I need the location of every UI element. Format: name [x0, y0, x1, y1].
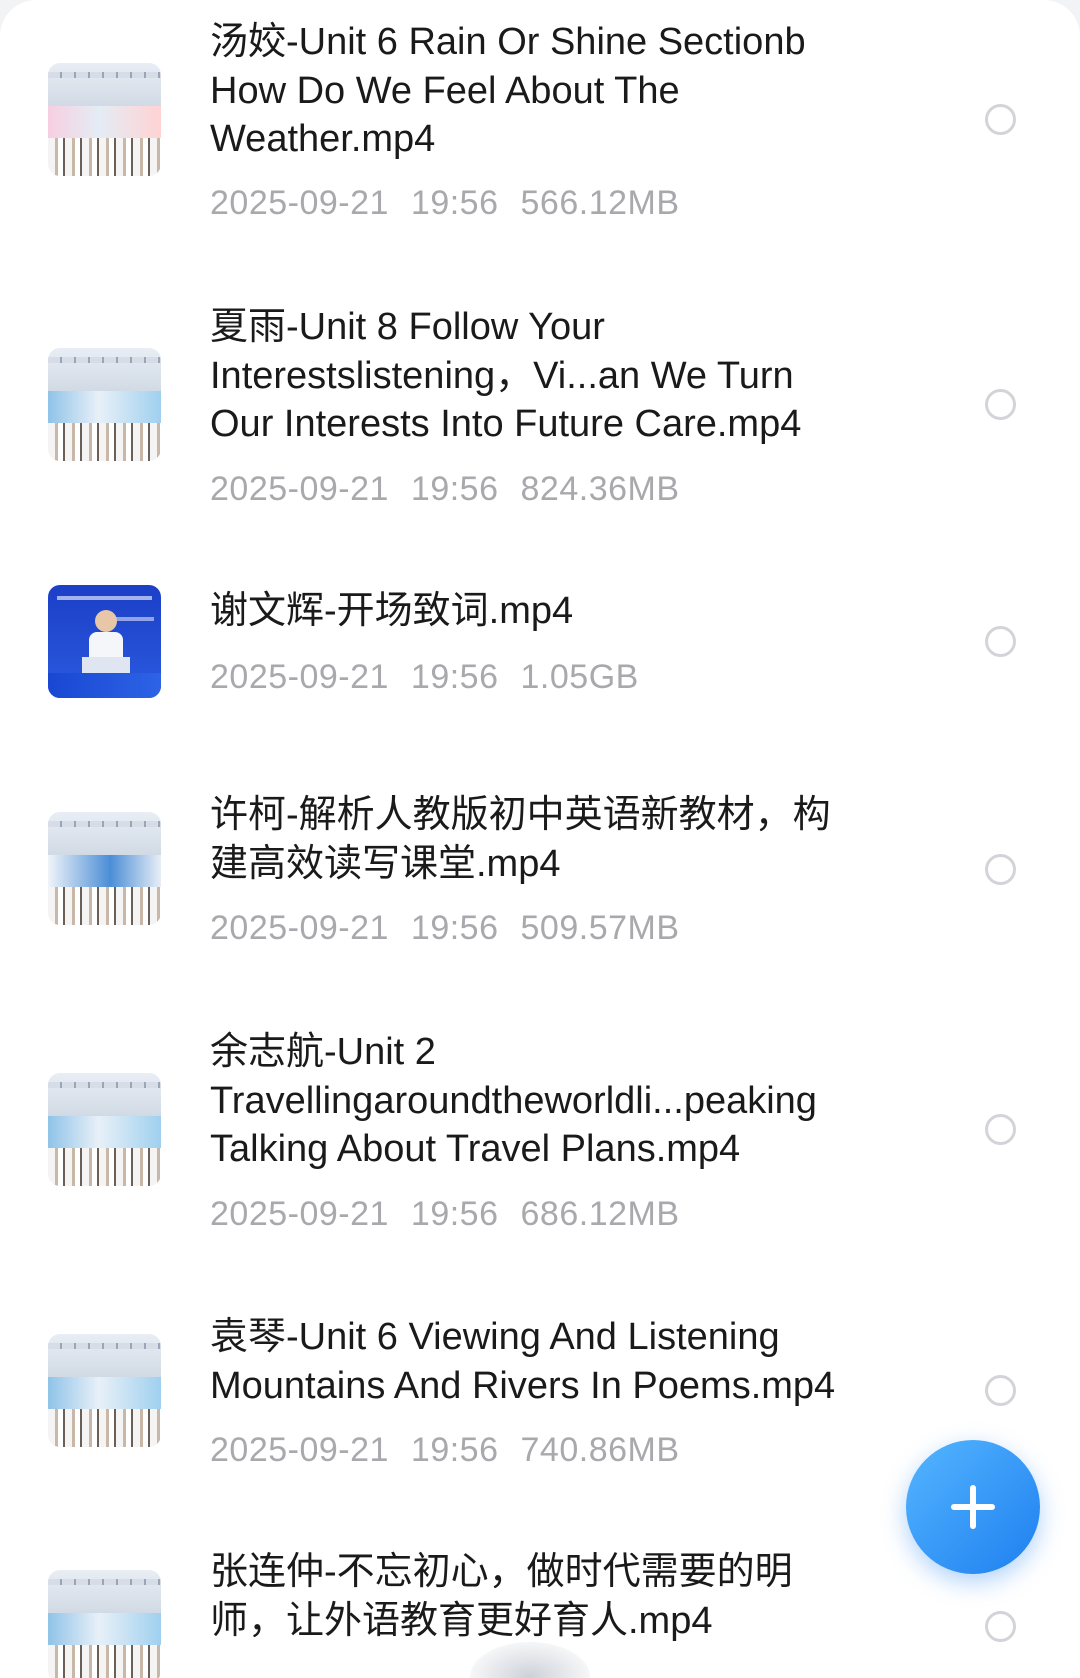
- file-size: 740.86MB: [520, 1431, 680, 1469]
- file-time: 19:56: [410, 658, 499, 696]
- file-title: 余志航-Unit 2 Travellingaroundtheworldli...…: [210, 1031, 817, 1170]
- file-size: 509.57MB: [520, 909, 680, 947]
- file-size: 686.12MB: [520, 1195, 680, 1233]
- file-title: 夏雨-Unit 8 Follow Your Interestslistening…: [210, 306, 802, 445]
- file-size: 566.12MB: [520, 184, 680, 222]
- file-time: 19:56: [410, 1431, 499, 1469]
- video-thumbnail: [48, 812, 161, 925]
- file-meta: 2025-09-21 19:56 824.36MB: [210, 469, 702, 509]
- file-time: 19:56: [410, 1195, 499, 1233]
- file-title: 张连仲-不忘初心，做时代需要的明 师，让外语教育更好育人.mp4: [210, 1551, 793, 1642]
- file-meta: 2025-09-21 19:56 509.57MB: [210, 908, 702, 948]
- video-thumbnail: [48, 1334, 161, 1447]
- file-time: 19:56: [410, 909, 499, 947]
- file-size: 1.05GB: [520, 658, 639, 696]
- plus-icon: [951, 1485, 995, 1529]
- select-radio[interactable]: [985, 1114, 1016, 1145]
- select-radio[interactable]: [985, 1611, 1016, 1642]
- file-date: 2025-09-21: [210, 1431, 389, 1469]
- file-title: 谢文辉-开场致词.mp4: [210, 590, 574, 632]
- file-meta: 2025-09-21 19:56 1.05GB: [210, 657, 661, 697]
- file-title: 袁琴-Unit 6 Viewing And Listening Mountain…: [210, 1316, 836, 1407]
- file-meta: 2025-09-21 19:56 566.12MB: [210, 183, 702, 223]
- file-time: 19:56: [410, 470, 499, 508]
- file-date: 2025-09-21: [210, 909, 389, 947]
- select-radio[interactable]: [985, 626, 1016, 657]
- video-thumbnail: [48, 1073, 161, 1186]
- select-radio[interactable]: [985, 1375, 1016, 1406]
- file-date: 2025-09-21: [210, 184, 389, 222]
- file-list-panel: 汤姣-Unit 6 Rain Or Shine Sectionb How Do …: [0, 0, 1080, 1678]
- select-radio[interactable]: [985, 854, 1016, 885]
- file-title: 汤姣-Unit 6 Rain Or Shine Sectionb How Do …: [210, 21, 806, 160]
- video-thumbnail: [48, 1570, 161, 1678]
- file-meta: 2025-09-21 19:56 686.12MB: [210, 1194, 702, 1234]
- file-title: 许柯-解析人教版初中英语新教材，构 建高效读写课堂.mp4: [210, 794, 831, 885]
- select-radio[interactable]: [985, 104, 1016, 135]
- file-date: 2025-09-21: [210, 470, 389, 508]
- file-time: 19:56: [410, 184, 499, 222]
- file-date: 2025-09-21: [210, 658, 389, 696]
- file-size: 824.36MB: [520, 470, 680, 508]
- file-date: 2025-09-21: [210, 1195, 389, 1233]
- file-meta: 2025-09-21 19:56 740.86MB: [210, 1430, 702, 1470]
- add-button[interactable]: [906, 1440, 1040, 1574]
- select-radio[interactable]: [985, 389, 1016, 420]
- home-indicator[interactable]: [470, 1642, 590, 1678]
- video-thumbnail: [48, 63, 161, 176]
- video-thumbnail: [48, 348, 161, 461]
- video-thumbnail: [48, 585, 161, 698]
